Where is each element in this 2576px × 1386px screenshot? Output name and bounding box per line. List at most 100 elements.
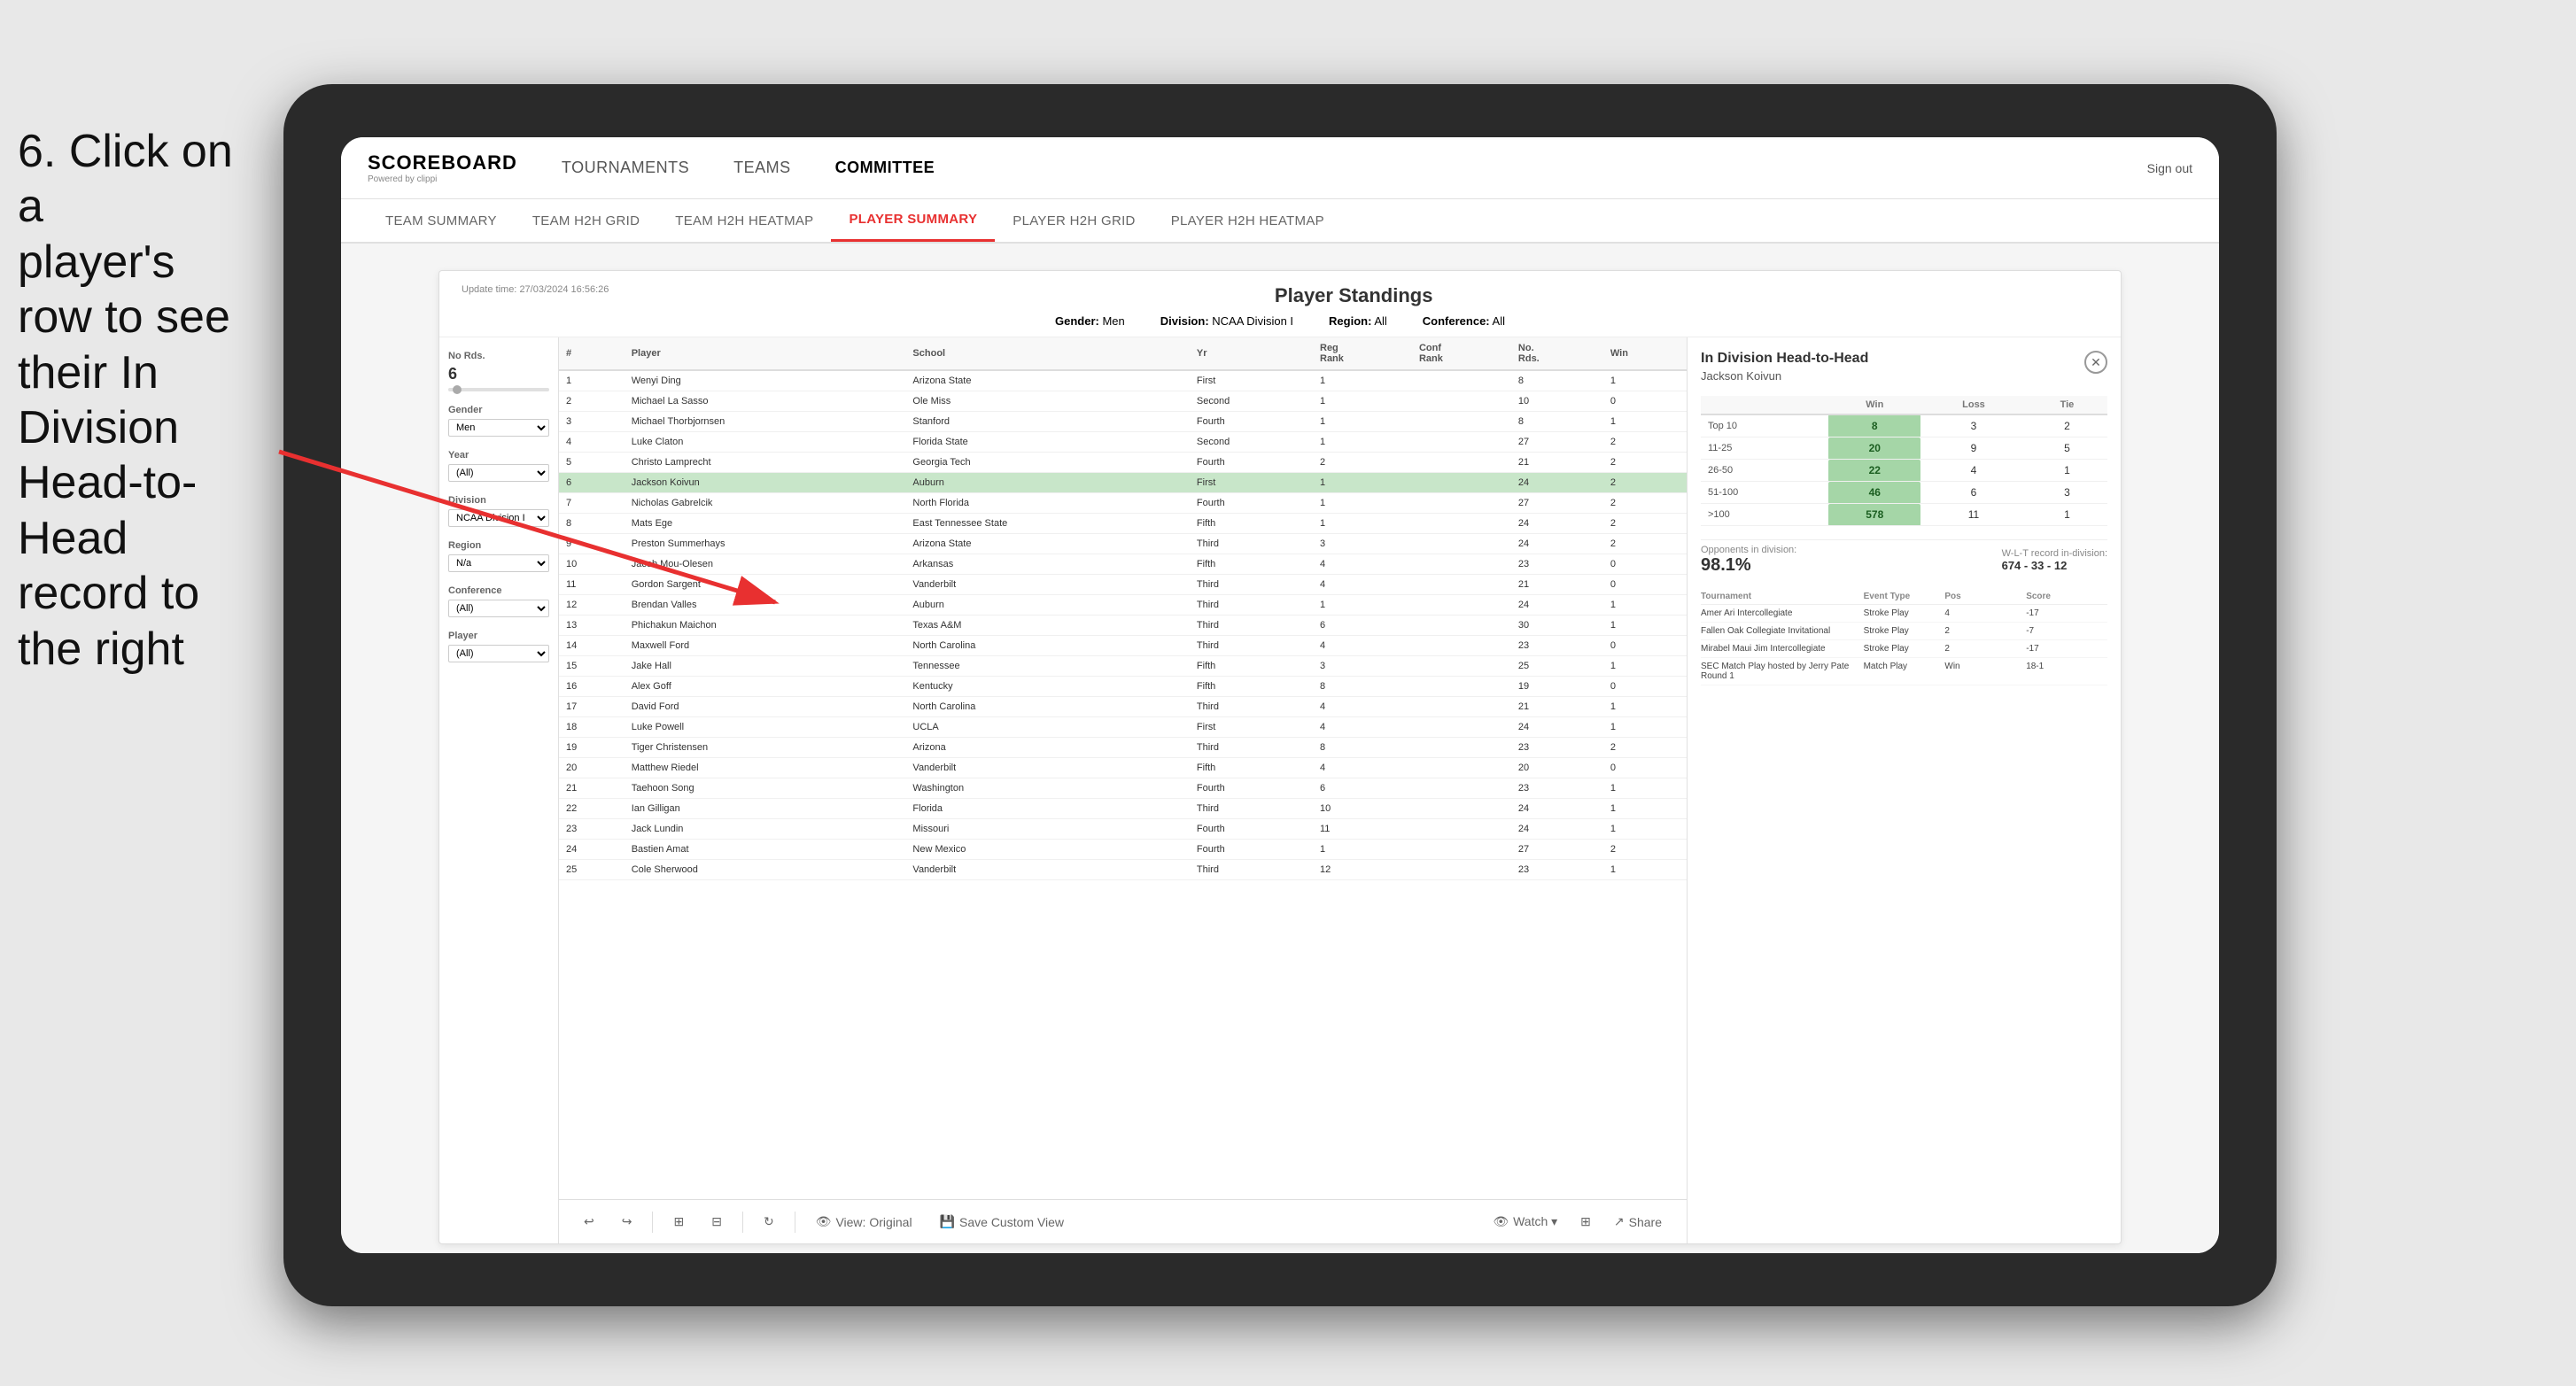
table-row[interactable]: 14 Maxwell Ford North Carolina Third 4 2… bbox=[559, 636, 1687, 656]
h2h-stats-row: Opponents in division: 98.1% W-L-T recor… bbox=[1701, 539, 2107, 580]
division-label: Division bbox=[448, 495, 549, 506]
view-original-button[interactable]: 👁 View: Original bbox=[809, 1210, 919, 1234]
tournament-row: Mirabel Maui Jim Intercollegiate Stroke … bbox=[1701, 640, 2107, 658]
table-row[interactable]: 18 Luke Powell UCLA First 4 24 1 bbox=[559, 717, 1687, 738]
table-row[interactable]: 24 Bastien Amat New Mexico Fourth 1 27 2 bbox=[559, 840, 1687, 860]
table-row[interactable]: 1 Wenyi Ding Arizona State First 1 8 1 bbox=[559, 370, 1687, 391]
logo-area: SCOREBOARD Powered by clippi bbox=[368, 151, 517, 184]
refresh-button[interactable]: ↻ bbox=[757, 1210, 781, 1234]
table-row[interactable]: 20 Matthew Riedel Vanderbilt Fifth 4 20 … bbox=[559, 758, 1687, 778]
subnav-team-summary[interactable]: TEAM SUMMARY bbox=[368, 199, 515, 242]
table-row[interactable]: 10 Jacob Mou-Olesen Arkansas Fifth 4 23 … bbox=[559, 554, 1687, 575]
tourn-col-name: Tournament bbox=[1701, 592, 1864, 601]
year-sidebar-filter: Year (All) bbox=[448, 450, 549, 482]
subnav-team-h2h-heatmap[interactable]: TEAM H2H HEATMAP bbox=[657, 199, 831, 242]
tournament-rows: Amer Ari Intercollegiate Stroke Play 4 -… bbox=[1701, 605, 2107, 685]
conference-sidebar-filter: Conference (All) bbox=[448, 585, 549, 617]
eye-icon: 👁 bbox=[816, 1214, 832, 1229]
redo-button[interactable]: ↪ bbox=[615, 1210, 640, 1234]
year-select[interactable]: (All) bbox=[448, 464, 549, 482]
instruction-line5: record to the right bbox=[18, 568, 199, 674]
player-sidebar-filter: Player (All) bbox=[448, 631, 549, 662]
instruction-line4: Head-to-Head bbox=[18, 457, 197, 563]
col-no-rds: No.Rds. bbox=[1511, 337, 1603, 370]
subnav-player-summary[interactable]: PLAYER SUMMARY bbox=[831, 199, 995, 242]
no-rounds-slider[interactable] bbox=[448, 388, 549, 391]
table-row[interactable]: 15 Jake Hall Tennessee Fifth 3 25 1 bbox=[559, 656, 1687, 677]
toolbar-sep2 bbox=[742, 1212, 743, 1233]
h2h-close-button[interactable]: ✕ bbox=[2084, 351, 2107, 374]
record-label: W-L-T record in-division: 674 - 33 - 12 bbox=[2002, 548, 2107, 572]
filter-bar: Gender: Men Division: NCAA Division I Re… bbox=[462, 307, 2099, 332]
tablet-device: SCOREBOARD Powered by clippi TOURNAMENTS… bbox=[283, 84, 2277, 1306]
h2h-player-name: Jackson Koivun bbox=[1701, 369, 1868, 383]
paste-button[interactable]: ⊟ bbox=[704, 1210, 729, 1234]
nav-committee[interactable]: COMMITTEE bbox=[835, 154, 935, 182]
no-rounds-filter: No Rds. 6 bbox=[448, 351, 549, 391]
table-row[interactable]: 5 Christo Lamprecht Georgia Tech Fourth … bbox=[559, 453, 1687, 473]
conference-select[interactable]: (All) bbox=[448, 600, 549, 617]
logo-powered: Powered by clippi bbox=[368, 174, 517, 184]
col-conf-rank: ConfRank bbox=[1412, 337, 1511, 370]
toolbar-right: 👁 Watch ▾ ⊞ ↗ Share bbox=[1486, 1210, 1669, 1234]
instruction-line1: 6. Click on a bbox=[18, 126, 233, 232]
gender-filter: Gender: Men bbox=[1055, 314, 1125, 328]
layout-button[interactable]: ⊞ bbox=[1573, 1210, 1598, 1234]
tablet-screen: SCOREBOARD Powered by clippi TOURNAMENTS… bbox=[341, 137, 2219, 1253]
nav-items: TOURNAMENTS TEAMS COMMITTEE bbox=[562, 154, 2147, 182]
table-row[interactable]: 8 Mats Ege East Tennessee State Fifth 1 … bbox=[559, 514, 1687, 534]
table-row[interactable]: 13 Phichakun Maichon Texas A&M Third 6 3… bbox=[559, 616, 1687, 636]
player-table-container: # Player School Yr RegRank ConfRank No.R… bbox=[559, 337, 1687, 1199]
h2h-col-win: Win bbox=[1828, 396, 1920, 414]
col-yr: Yr bbox=[1190, 337, 1313, 370]
gender-sidebar-filter: Gender Men bbox=[448, 405, 549, 437]
col-rank: # bbox=[559, 337, 625, 370]
subnav-player-h2h-heatmap[interactable]: PLAYER H2H HEATMAP bbox=[1153, 199, 1342, 242]
instruction-line3: their In Division bbox=[18, 347, 179, 453]
table-row[interactable]: 7 Nicholas Gabrelcik North Florida Fourt… bbox=[559, 493, 1687, 514]
subnav-team-h2h-grid[interactable]: TEAM H2H GRID bbox=[515, 199, 657, 242]
region-select[interactable]: N/a bbox=[448, 554, 549, 572]
division-filter: Division: NCAA Division I bbox=[1160, 314, 1293, 328]
table-row[interactable]: 6 Jackson Koivun Auburn First 1 24 2 bbox=[559, 473, 1687, 493]
dashboard-title: Player Standings bbox=[1275, 284, 1433, 307]
tournament-row: SEC Match Play hosted by Jerry Pate Roun… bbox=[1701, 658, 2107, 685]
table-row[interactable]: 4 Luke Claton Florida State Second 1 27 … bbox=[559, 432, 1687, 453]
player-select[interactable]: (All) bbox=[448, 645, 549, 662]
undo-button[interactable]: ↩ bbox=[577, 1210, 601, 1234]
table-row[interactable]: 9 Preston Summerhays Arizona State Third… bbox=[559, 534, 1687, 554]
table-row[interactable]: 25 Cole Sherwood Vanderbilt Third 12 23 … bbox=[559, 860, 1687, 880]
region-label: Region bbox=[448, 540, 549, 551]
nav-tournaments[interactable]: TOURNAMENTS bbox=[562, 154, 689, 182]
table-row[interactable]: 21 Taehoon Song Washington Fourth 6 23 1 bbox=[559, 778, 1687, 799]
save-custom-button[interactable]: 💾 Save Custom View bbox=[933, 1210, 1071, 1234]
h2h-col-label bbox=[1701, 396, 1828, 414]
table-row[interactable]: 3 Michael Thorbjornsen Stanford Fourth 1… bbox=[559, 412, 1687, 432]
col-reg-rank: RegRank bbox=[1313, 337, 1412, 370]
tournament-list: Tournament Event Type Pos Score Amer Ari… bbox=[1701, 589, 2107, 685]
nav-sign-out[interactable]: Sign out bbox=[2147, 161, 2192, 175]
table-row[interactable]: 23 Jack Lundin Missouri Fourth 11 24 1 bbox=[559, 819, 1687, 840]
opponents-label: Opponents in division: 98.1% bbox=[1701, 545, 1796, 576]
sub-navigation: TEAM SUMMARY TEAM H2H GRID TEAM H2H HEAT… bbox=[341, 199, 2219, 244]
logo-text: SCOREBOARD bbox=[368, 151, 517, 174]
gender-select[interactable]: Men bbox=[448, 419, 549, 437]
table-row[interactable]: 11 Gordon Sargent Vanderbilt Third 4 21 … bbox=[559, 575, 1687, 595]
subnav-player-h2h-grid[interactable]: PLAYER H2H GRID bbox=[995, 199, 1152, 242]
table-row[interactable]: 22 Ian Gilligan Florida Third 10 24 1 bbox=[559, 799, 1687, 819]
update-time-label: Update time: 27/03/2024 16:56:26 bbox=[462, 284, 609, 295]
division-select[interactable]: NCAA Division I bbox=[448, 509, 549, 527]
region-filter: Region: All bbox=[1329, 314, 1387, 328]
table-row[interactable]: 12 Brendan Valles Auburn Third 1 24 1 bbox=[559, 595, 1687, 616]
tournament-header: Tournament Event Type Pos Score bbox=[1701, 589, 2107, 605]
copy-button[interactable]: ⊞ bbox=[666, 1210, 691, 1234]
table-row[interactable]: 16 Alex Goff Kentucky Fifth 8 19 0 bbox=[559, 677, 1687, 697]
save-icon: 💾 bbox=[940, 1214, 955, 1229]
nav-teams[interactable]: TEAMS bbox=[733, 154, 791, 182]
table-row[interactable]: 2 Michael La Sasso Ole Miss Second 1 10 … bbox=[559, 391, 1687, 412]
table-row[interactable]: 17 David Ford North Carolina Third 4 21 … bbox=[559, 697, 1687, 717]
share-button[interactable]: ↗ Share bbox=[1607, 1210, 1669, 1234]
table-row[interactable]: 19 Tiger Christensen Arizona Third 8 23 … bbox=[559, 738, 1687, 758]
watch-button[interactable]: 👁 Watch ▾ bbox=[1486, 1210, 1564, 1234]
h2h-stats-table: Win Loss Tie Top 10 8 3 2 11-25 20 9 5 2… bbox=[1701, 396, 2107, 526]
